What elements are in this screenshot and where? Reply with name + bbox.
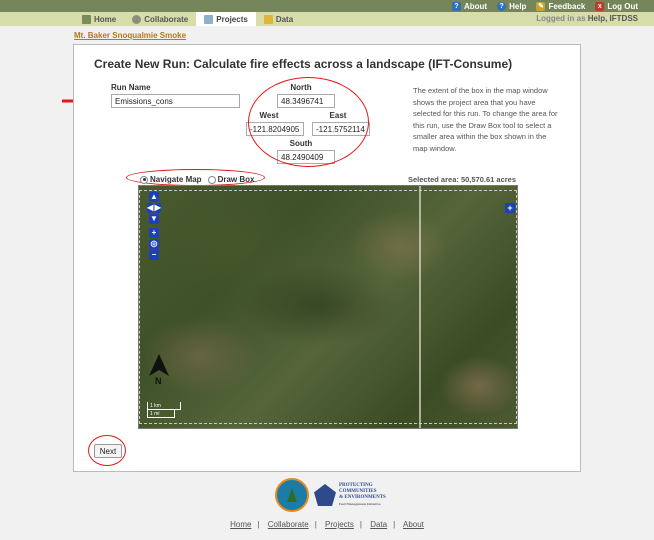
pan-left-icon[interactable]: ◀: [147, 203, 154, 213]
pce-sub: Fuel Management Initiative: [339, 502, 381, 506]
partner-logos: PROTECTING COMMUNITIES & ENVIRONMENTS Fu…: [275, 478, 386, 512]
layer-switcher-icon[interactable]: +: [505, 203, 515, 213]
scale-bar: 1 km 1 mi: [147, 402, 181, 422]
tab-home[interactable]: Home: [74, 12, 124, 26]
login-status: Logged in as Help, IFTDSS: [536, 14, 638, 23]
main-nav: Home Collaborate Projects Data Logged in…: [0, 12, 654, 26]
login-user[interactable]: Help, IFTDSS: [588, 14, 638, 23]
scale-mi: 1 mi: [147, 410, 175, 418]
footer-sep: |: [257, 520, 260, 529]
help-link-label: Help: [509, 1, 527, 11]
about-link-label: About: [463, 1, 488, 11]
tab-data-label: Data: [275, 14, 294, 24]
breadcrumb[interactable]: Mt. Baker Snoqualmie Smoke: [74, 31, 186, 40]
footer-projects[interactable]: Projects: [325, 520, 354, 529]
map-view[interactable]: ▲ ◀ ▶ ▼ + ◎ − + N 1 km 1 mi: [138, 185, 518, 429]
footer-sep: |: [393, 520, 396, 529]
data-icon: [263, 14, 273, 24]
radio-draw-indicator[interactable]: [207, 175, 216, 184]
north-arrow-letter: N: [155, 376, 162, 386]
footer-about[interactable]: About: [403, 520, 424, 529]
top-utility-bar: ? About ? Help ✎ Feedback x Log Out: [0, 0, 654, 12]
tab-data[interactable]: Data: [256, 12, 301, 26]
zoom-out-icon[interactable]: −: [149, 250, 159, 260]
projects-icon: [204, 14, 214, 24]
pan-up-icon[interactable]: ▲: [149, 192, 159, 202]
feedback-icon: ✎: [536, 1, 546, 11]
create-run-panel: Create New Run: Calculate fire effects a…: [73, 44, 581, 472]
north-arrow-icon: N: [149, 354, 169, 390]
home-icon: [82, 14, 91, 24]
logout-link[interactable]: x Log Out: [595, 1, 638, 11]
radio-navigate-indicator[interactable]: [140, 175, 148, 184]
radio-draw-box[interactable]: Draw Box: [207, 175, 255, 184]
fire-science-logo-icon: [275, 478, 309, 512]
help-link[interactable]: ? Help: [497, 1, 527, 11]
pan-down-icon[interactable]: ▼: [149, 214, 159, 224]
zoom-world-icon[interactable]: ◎: [149, 239, 159, 249]
help-text: The extent of the box in the map window …: [413, 86, 558, 153]
tab-projects-label: Projects: [216, 14, 248, 24]
map-mode-radios: Navigate Map Draw Box: [140, 175, 254, 184]
pce-logo: PROTECTING COMMUNITIES & ENVIRONMENTS Fu…: [314, 483, 386, 507]
annotation-circle-coordinates: [248, 77, 369, 167]
footer-collaborate[interactable]: Collaborate: [268, 520, 309, 529]
feedback-link-label: Feedback: [548, 1, 586, 11]
scale-km: 1 km: [147, 402, 181, 410]
annotation-circle-next: [88, 435, 126, 466]
logout-link-label: Log Out: [607, 1, 638, 11]
footer-sep: |: [359, 520, 362, 529]
pan-zoom-controls: ▲ ◀ ▶ ▼ + ◎ −: [147, 192, 161, 261]
radio-draw-label: Draw Box: [217, 175, 255, 184]
radio-navigate-map[interactable]: Navigate Map: [140, 175, 202, 184]
tab-projects[interactable]: Projects: [196, 12, 256, 26]
selection-box: [139, 190, 517, 424]
run-name-label: Run Name: [111, 83, 151, 92]
page-title: Create New Run: Calculate fire effects a…: [94, 57, 513, 71]
footer-home[interactable]: Home: [230, 520, 251, 529]
pce-logo-text: PROTECTING COMMUNITIES & ENVIRONMENTS Fu…: [339, 483, 386, 507]
about-link[interactable]: ? About: [451, 1, 488, 11]
question-icon: ?: [451, 1, 461, 11]
map-seam: [419, 186, 421, 428]
collaborate-icon: [132, 14, 142, 24]
feedback-link[interactable]: ✎ Feedback: [536, 1, 586, 11]
logout-icon: x: [595, 1, 605, 11]
tab-collaborate-label: Collaborate: [144, 14, 189, 24]
footer-data[interactable]: Data: [370, 520, 387, 529]
footer-links: Home | Collaborate | Projects | Data | About: [0, 520, 654, 529]
pentagon-logo-icon: [314, 484, 336, 506]
tab-home-label: Home: [94, 14, 117, 24]
radio-navigate-label: Navigate Map: [150, 175, 202, 184]
help-icon: ?: [497, 1, 507, 11]
zoom-in-icon[interactable]: +: [149, 228, 159, 238]
login-prefix: Logged in as: [536, 14, 586, 23]
run-name-input[interactable]: [111, 94, 240, 108]
tab-collaborate[interactable]: Collaborate: [124, 12, 196, 26]
pan-right-icon[interactable]: ▶: [154, 203, 161, 213]
selected-area: Selected area: 50,570.61 acres: [408, 175, 516, 184]
footer-sep: |: [314, 520, 317, 529]
